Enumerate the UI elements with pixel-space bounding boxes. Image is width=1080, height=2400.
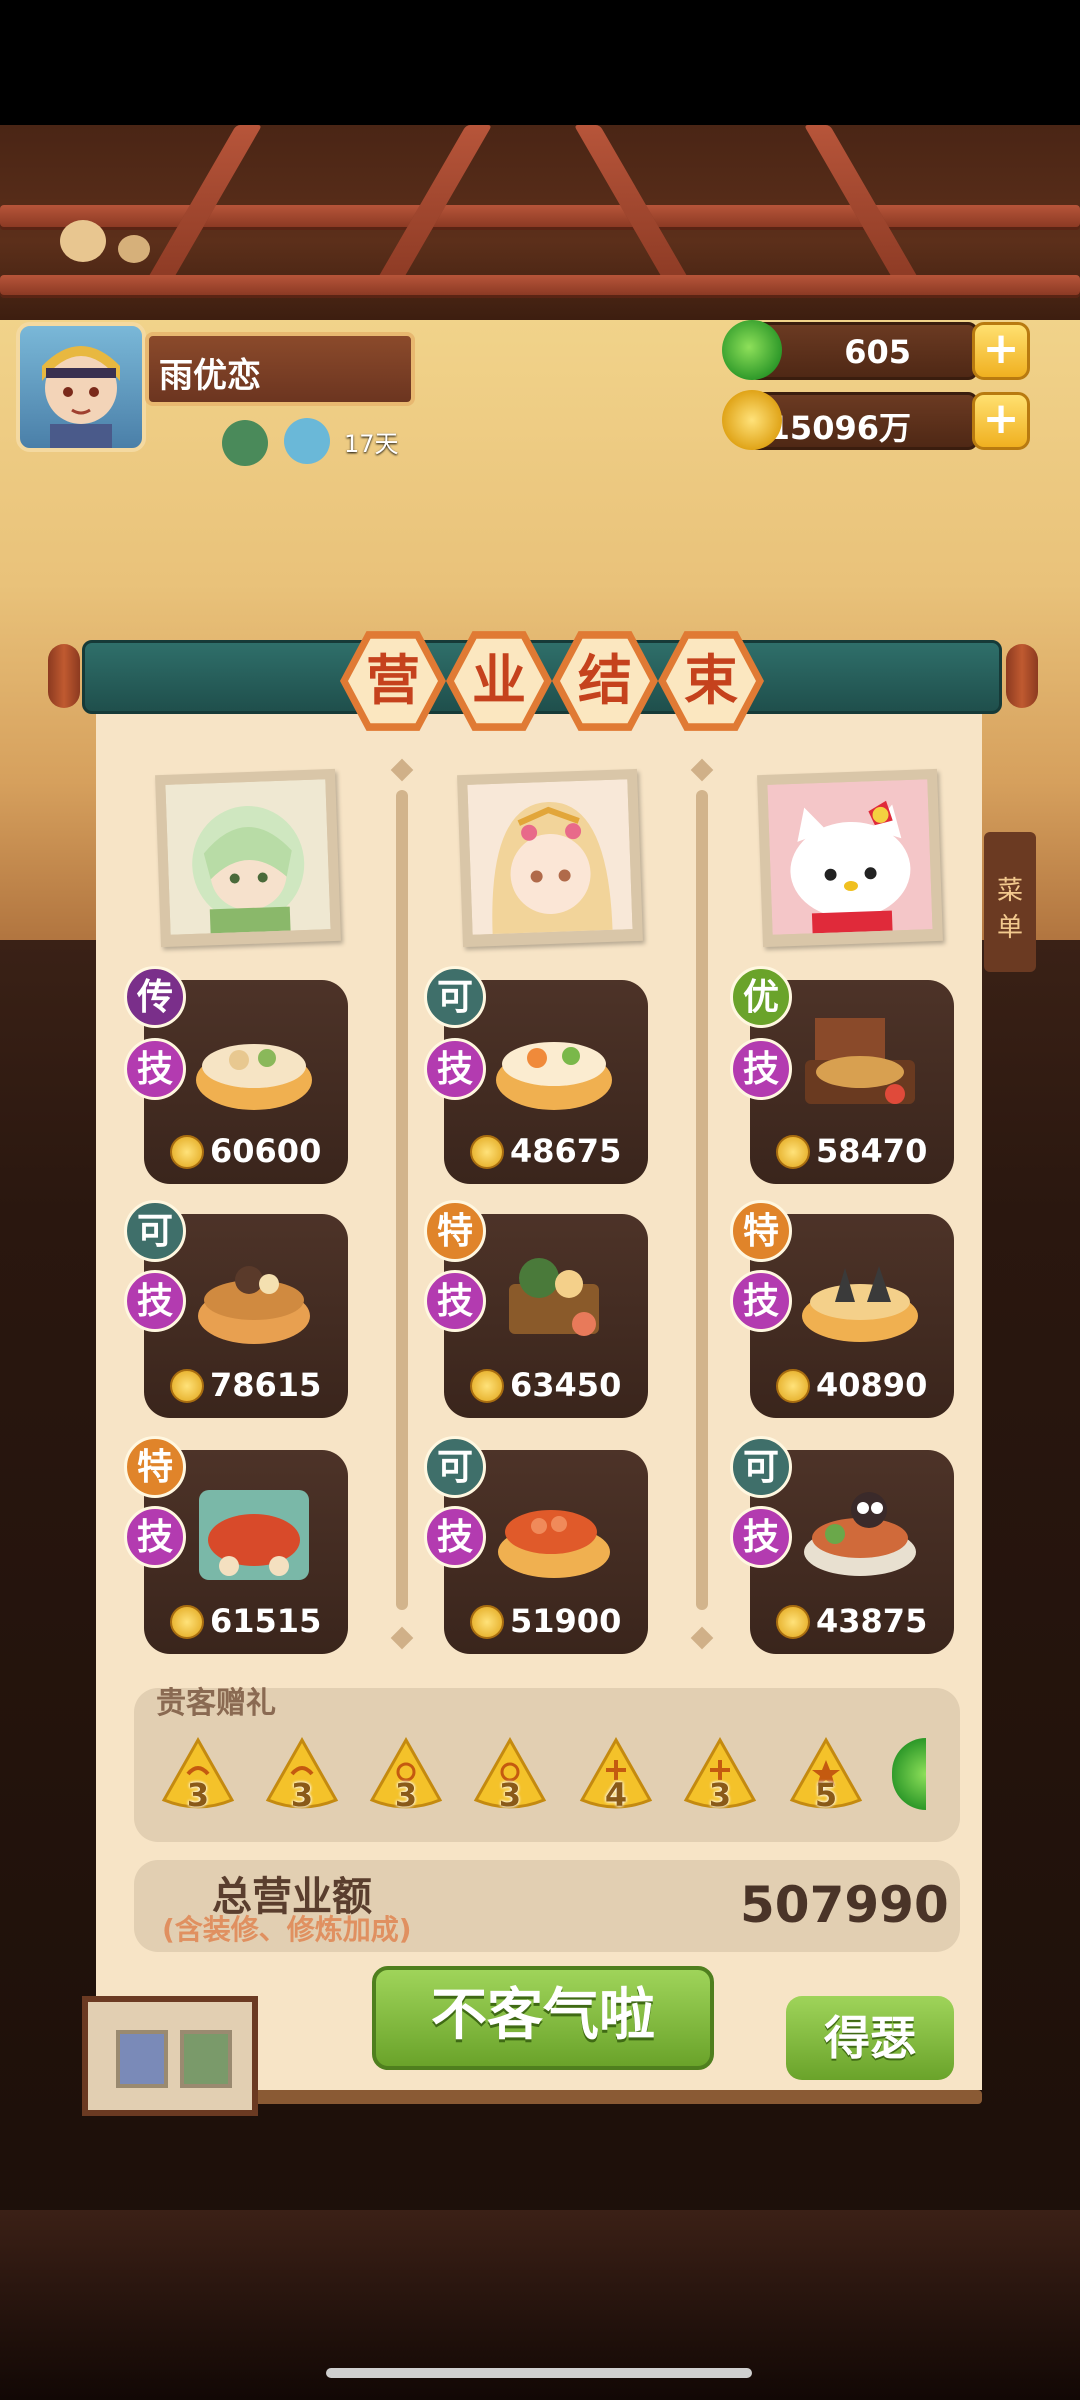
coin-icon xyxy=(776,1605,810,1639)
add-coin-button[interactable]: + xyxy=(972,392,1030,450)
dish-icon xyxy=(198,1266,310,1344)
gear-icon xyxy=(180,2030,232,2088)
pet-icon[interactable] xyxy=(222,420,268,466)
gift-count: 3 xyxy=(186,1776,210,1814)
gift-count: 3 xyxy=(290,1776,314,1814)
dish-icon xyxy=(802,1266,918,1342)
rank-badge: 可 xyxy=(730,1436,792,1498)
chef-portrait-3[interactable] xyxy=(757,768,943,948)
dish-icon xyxy=(498,1510,610,1578)
menu-sign-label: 菜单 xyxy=(996,876,1023,943)
skill-badge: 技 xyxy=(124,1506,186,1568)
gift-item[interactable]: 3 xyxy=(680,1734,760,1814)
dish-icon xyxy=(509,1258,599,1336)
dish-earnings: 78615 xyxy=(210,1366,322,1404)
skill-badge: 技 xyxy=(124,1038,186,1100)
scroll-knob-right xyxy=(1006,644,1038,708)
dish-icon xyxy=(199,1490,309,1580)
dish-icon xyxy=(805,1018,915,1104)
skill-badge: 技 xyxy=(424,1038,486,1100)
home-indicator[interactable] xyxy=(326,2368,752,2378)
top-bar xyxy=(0,0,1080,125)
skill-badge: 技 xyxy=(124,1270,186,1332)
rank-badge: 可 xyxy=(124,1200,186,1262)
gift-count: 5 xyxy=(814,1776,838,1814)
gift-count: 3 xyxy=(708,1776,732,1814)
dish-earnings: 48675 xyxy=(510,1132,622,1170)
coin-icon xyxy=(776,1135,810,1169)
total-revenue-value: 507990 xyxy=(740,1876,949,1934)
rank-badge: 特 xyxy=(730,1200,792,1262)
gift-item[interactable]: 5 xyxy=(786,1734,866,1814)
rank-badge: 可 xyxy=(424,966,486,1028)
dish-earnings: 60600 xyxy=(210,1132,322,1170)
roof-beams xyxy=(0,125,1080,320)
coin-icon xyxy=(170,1135,204,1169)
dish-earnings: 51900 xyxy=(510,1602,622,1640)
show-off-button[interactable]: 得瑟 xyxy=(786,1996,954,2080)
blonde-girl-icon xyxy=(467,779,633,935)
companion-icon[interactable] xyxy=(284,418,330,464)
gift-count: 4 xyxy=(604,1776,628,1814)
dish-earnings: 58470 xyxy=(816,1132,928,1170)
dish-earnings: 43875 xyxy=(816,1602,928,1640)
avatar-character-icon xyxy=(42,346,120,448)
column-divider xyxy=(396,790,408,1610)
dish-icon xyxy=(804,1492,916,1576)
gift-item[interactable]: 4 xyxy=(576,1734,656,1814)
rank-badge: 可 xyxy=(424,1436,486,1498)
jade-amount: 605 xyxy=(748,322,978,380)
hello-kitty-icon xyxy=(767,779,933,935)
coin-icon xyxy=(470,1369,504,1403)
gear-icon xyxy=(116,2030,168,2088)
rank-badge: 特 xyxy=(124,1436,186,1498)
rank-badge: 优 xyxy=(730,966,792,1028)
total-revenue-note: (含装修、修炼加成) xyxy=(162,1913,412,1946)
skill-badge: 技 xyxy=(424,1270,486,1332)
dish-earnings: 63450 xyxy=(510,1366,622,1404)
skill-badge: 技 xyxy=(730,1038,792,1100)
green-haired-chef-icon xyxy=(165,779,331,935)
player-name: 雨优恋 xyxy=(145,332,415,406)
dish-icon xyxy=(496,1042,612,1110)
scroll-knob-left xyxy=(48,644,80,708)
gift-item[interactable]: 3 xyxy=(262,1734,342,1814)
rank-badge: 特 xyxy=(424,1200,486,1262)
add-jade-button[interactable]: + xyxy=(972,322,1030,380)
chef-portrait-2[interactable] xyxy=(457,768,643,948)
days-counter: 17天 xyxy=(344,430,399,458)
dish-icon xyxy=(196,1044,312,1110)
guest-gifts-title: 贵客赠礼 xyxy=(156,1686,276,1721)
coin-icon xyxy=(170,1605,204,1639)
coin-icon xyxy=(722,390,782,450)
gift-item[interactable]: 3 xyxy=(470,1734,550,1814)
gift-item[interactable]: 3 xyxy=(366,1734,446,1814)
skill-badge: 技 xyxy=(730,1270,792,1332)
chef-portrait-1[interactable] xyxy=(155,768,341,948)
jade-icon xyxy=(722,320,782,380)
dish-earnings: 40890 xyxy=(816,1366,928,1404)
dish-earnings: 61515 xyxy=(210,1602,322,1640)
coin-icon xyxy=(470,1605,504,1639)
skill-badge: 技 xyxy=(424,1506,486,1568)
confirm-button[interactable]: 不客气啦 xyxy=(372,1966,714,2070)
skill-badge: 技 xyxy=(730,1506,792,1568)
share-frame[interactable] xyxy=(82,1996,258,2116)
rank-badge: 传 xyxy=(124,966,186,1028)
avatar[interactable] xyxy=(16,322,146,452)
coin-icon xyxy=(170,1369,204,1403)
coin-icon xyxy=(470,1135,504,1169)
gift-item[interactable]: 3 xyxy=(158,1734,238,1814)
coin-icon xyxy=(776,1369,810,1403)
coin-amount: 15096万 xyxy=(748,392,978,450)
gift-count: 3 xyxy=(498,1776,522,1814)
gift-count: 3 xyxy=(394,1776,418,1814)
column-divider xyxy=(696,790,708,1610)
